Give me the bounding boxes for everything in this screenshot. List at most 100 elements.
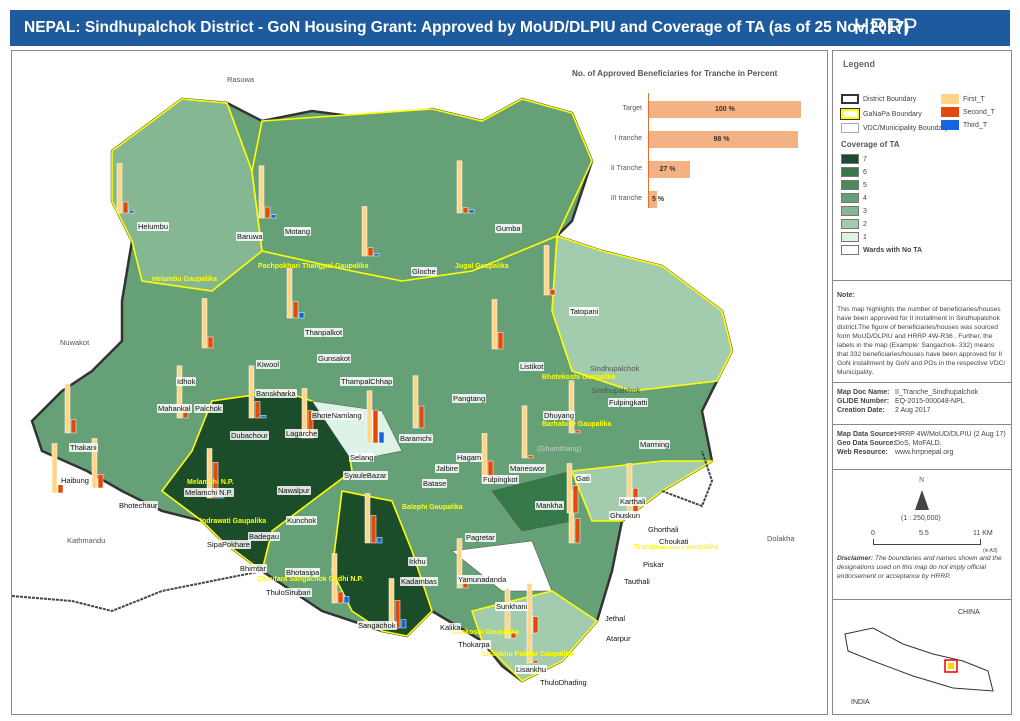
- gaunpalika-label: Helambu Gaupalika: [152, 276, 217, 283]
- legend-vdc-boundary: VDC/Municipality Boundary: [841, 123, 948, 133]
- vdc-label: SyauleBazar: [343, 471, 388, 480]
- tranche-swatch: [941, 94, 959, 104]
- legend-ganapa-boundary: GaNaPa Boundary: [840, 108, 922, 120]
- vdc-label: Karthali: [619, 497, 647, 506]
- vdc-label: ThuloDhading: [539, 678, 588, 687]
- vdc-label: Lisankhu: [515, 665, 548, 674]
- region-label: Kathmandu: [67, 536, 106, 545]
- chart-value-label: 5 %: [652, 196, 665, 203]
- vdc-label: Idhok: [176, 377, 197, 386]
- legend-coverage-0: 7: [841, 154, 867, 164]
- chart-value-label: 100 %: [715, 106, 735, 113]
- info-row: Map Doc Name: II_Tranche_Sindhupalchok: [837, 389, 1007, 396]
- scale-ratio: (1 : 250,000): [901, 515, 941, 522]
- tranche-bar-baramchi-first: [366, 390, 373, 444]
- tranche-bar-haibung-second: [57, 484, 64, 494]
- legend-label: 6: [863, 168, 867, 176]
- region-label: Dolakha: [767, 534, 795, 543]
- vdc-label: Palchok: [194, 404, 223, 413]
- coverage-title: Coverage of TA: [841, 140, 900, 149]
- vdc-label: Kiwool: [256, 360, 281, 369]
- legend-label: 1: [863, 233, 867, 241]
- gaunpalika-label: Jugal Gaupalika: [455, 263, 509, 270]
- vdc-label: Irkhu: [408, 557, 427, 566]
- vdc-label: Bhotasipa: [285, 568, 321, 577]
- tranche-bar-tatopani-first: [543, 245, 550, 296]
- note-title: Note:: [837, 292, 855, 299]
- legend-tranche-0: First_T: [941, 94, 985, 104]
- note-text: This map highlights the number of benefi…: [837, 306, 1006, 376]
- vdc-label: Jalbire: [435, 464, 460, 473]
- coverage-swatch: [841, 167, 859, 177]
- legend-label: Second_T: [963, 108, 995, 116]
- legend-district-boundary: District Boundary: [841, 94, 916, 104]
- map-panel: No. of Approved Beneficiaries for Tranch…: [11, 50, 828, 715]
- vdc-label: Gati: [575, 474, 591, 483]
- gaunpalika-label: Balephi Gaupalika: [402, 504, 463, 511]
- gaunpalika-label: Barhabise Gaupalika: [542, 421, 612, 428]
- tranche-bar-marming-second: [574, 430, 581, 434]
- tranche-bar-hagam-first: [412, 375, 419, 429]
- tranche-bar-gumba-third: [468, 209, 475, 214]
- vdc-label: Kunchok: [286, 516, 318, 525]
- scale-box: N (1 : 250,000) 0 5.5 11 KM (in A3) Disc…: [833, 470, 1011, 600]
- disclaimer: Disclaimer: The boundaries and names sho…: [837, 554, 1011, 581]
- coverage-swatch: [841, 219, 859, 229]
- vdc-label: Kadambas: [400, 577, 438, 586]
- gaunpalika-label: Chautara Sangachok Gadhi N.P.: [257, 576, 364, 583]
- location-inset: CHINA INDIA: [833, 604, 1011, 714]
- tranche-bar-kiwool-first: [201, 298, 208, 349]
- vdc-label: Ghuskun: [609, 511, 642, 520]
- vdc-label: Sindhupalchok: [591, 386, 641, 395]
- tranche-bar-helumbu-second: [122, 201, 129, 214]
- hrrp-logo: HRRP: [853, 14, 918, 39]
- gaunpalika-label: Sunkoshi Gaupalika: [452, 629, 519, 636]
- legend-box: Legend District Boundary GaNaPa Boundary…: [833, 51, 1011, 281]
- tranche-bar-thanpalkot-second: [292, 301, 299, 319]
- tranche-bar-kiwool-second: [207, 336, 214, 349]
- coverage-swatch: [841, 193, 859, 203]
- tranche-swatch: [941, 120, 959, 130]
- vdc-label: Thakani: [69, 443, 98, 452]
- tranche-bar-gumba-first: [456, 160, 463, 214]
- info-value: 2 Aug 2017: [895, 407, 931, 414]
- chart-category-label: III tranche: [610, 195, 642, 202]
- north-arrow-icon: [915, 490, 929, 510]
- vdc-label: Sunkhani: [495, 602, 529, 611]
- coverage-swatch: [841, 245, 859, 255]
- vdc-label: Nawalpur: [277, 486, 311, 495]
- vdc-label: Badegau: [248, 532, 281, 541]
- vdc-label: Lagarche: [285, 429, 319, 438]
- vdc-label: Mahankal: [157, 404, 192, 413]
- vdc-label: Marming: [639, 440, 671, 449]
- side-panel: Legend District Boundary GaNaPa Boundary…: [832, 50, 1012, 715]
- tranche-bar-gloche-first: [361, 206, 368, 257]
- vdc-boundary-swatch: [841, 123, 859, 133]
- vdc-label: Haibung: [60, 476, 90, 485]
- inset-india-label: INDIA: [851, 699, 870, 706]
- tranche-bar-gumba-second: [462, 207, 469, 214]
- tranche-bar-listikot-second: [497, 332, 504, 350]
- legend-coverage-1: 6: [841, 167, 867, 177]
- chart-value-label: 27 %: [659, 166, 676, 173]
- tranche-bar-hagam-second: [418, 405, 425, 429]
- chart-value-label: 98 %: [713, 136, 730, 143]
- info-key: Creation Date:: [837, 407, 885, 414]
- legend-label: 4: [863, 194, 867, 202]
- tranche-bar-thanpalkot-first: [286, 268, 293, 319]
- tranche-bar-thulodhading-second: [532, 660, 539, 664]
- vdc-label: SipaPokhare: [206, 540, 251, 549]
- district-boundary-swatch: [841, 94, 859, 104]
- vdc-label: Sangachok: [357, 621, 397, 630]
- legend-label: GaNaPa Boundary: [863, 110, 922, 118]
- vdc-label: Fulpingkot: [482, 475, 519, 484]
- region-label: Rasuwa: [227, 75, 255, 84]
- coverage-swatch: [841, 180, 859, 190]
- vdc-label: Listikot: [519, 362, 545, 371]
- vdc-label: BhoteNamlang: [311, 411, 363, 420]
- info-key: Map Data Source:: [837, 431, 897, 438]
- gaunpalika-label: Bhotekoshi Gaupalika: [542, 374, 616, 381]
- vdc-label: Fulpingkatti: [608, 398, 649, 407]
- info-value: DoS, MoFALD.: [895, 440, 942, 447]
- vdc-label: Motang: [284, 227, 312, 236]
